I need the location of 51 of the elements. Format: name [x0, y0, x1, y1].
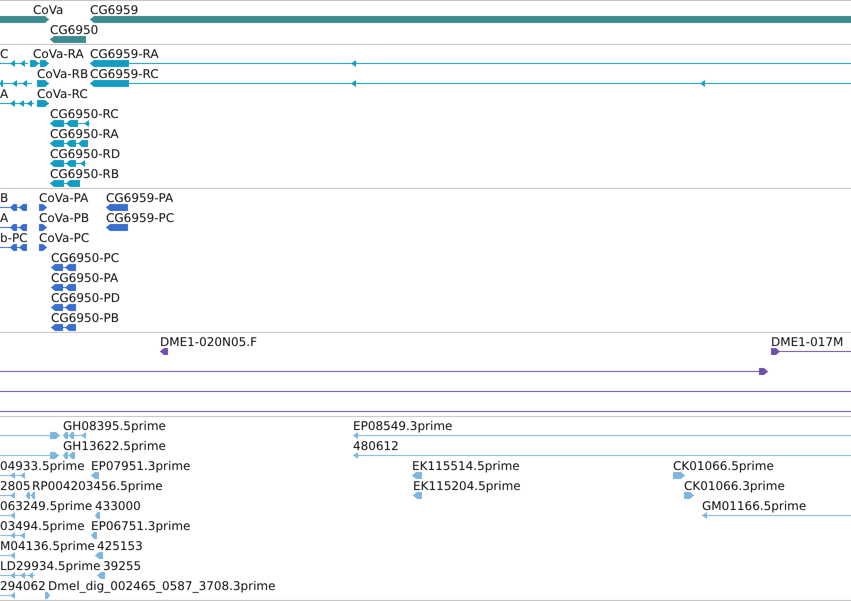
feature-label: DME1-017M — [771, 335, 844, 349]
feature-label: CG6950 — [50, 23, 98, 37]
feature-label: CG6959-PA — [106, 191, 174, 205]
feature-label: CG6950-PB — [51, 311, 120, 325]
feature-label: CG6950-RC — [50, 107, 119, 121]
feature-label: CoVa-RC — [37, 87, 88, 101]
feature-label: 294062 — [0, 579, 46, 593]
feature-label: EP06751.3prime — [91, 519, 190, 533]
feature-label: GH08395.5prime — [63, 419, 166, 433]
feature-label: GH13622.5prime — [63, 439, 166, 453]
feature-label: DME1-020N05.F — [160, 335, 258, 349]
feature-label: b-PC — [0, 231, 28, 245]
feature-label: GM01166.5prime — [702, 499, 806, 513]
feature-label: CG6959 — [90, 3, 138, 17]
feature-label: A — [0, 211, 8, 225]
feature-label: CG6950-RD — [50, 147, 120, 161]
feature-label: M04136.5prime — [0, 539, 95, 553]
feature-label: CK01066.5prime — [673, 459, 774, 473]
feature-label: 063249.5prime — [0, 499, 92, 513]
feature-label: CoVa — [33, 3, 64, 17]
feature-label: CoVa-PB — [39, 211, 90, 225]
feature-label: 03494.5prime — [0, 519, 85, 533]
feature-label: CoVa-RB — [37, 67, 88, 81]
feature-label: 480612 — [353, 439, 399, 453]
feature-label: EP07951.3prime — [91, 459, 190, 473]
feature-label: CoVa-RA — [33, 47, 84, 61]
feature-label: RP004203456.5prime — [32, 479, 163, 493]
feature-label: 433000 — [95, 499, 141, 513]
feature-label: EK115204.5prime — [413, 479, 521, 493]
feature-label: 39255 — [103, 559, 142, 573]
feature-label: CoVa-PC — [39, 231, 90, 245]
feature-label: CG6950-PC — [51, 251, 120, 265]
feature-label: EK115514.5prime — [412, 459, 520, 473]
feature-label: CG6950-RB — [50, 167, 120, 181]
feature-label: 2805 — [0, 479, 31, 493]
feature-label: CG6950-PD — [51, 291, 120, 305]
feature-label: Dmel_dig_002465_0587_3708.3prime — [48, 579, 276, 593]
feature-label: EP08549.3prime — [353, 419, 452, 433]
feature-label: A — [0, 87, 8, 101]
feature-label: CK01066.3prime — [684, 479, 785, 493]
feature-label: LD29934.5prime — [0, 559, 101, 573]
feature-label: CG6950-RA — [50, 127, 119, 141]
feature-label: 04933.5prime — [0, 459, 85, 473]
feature-label: CoVa-PA — [39, 191, 88, 205]
feature-label: CG6950-PA — [51, 271, 118, 285]
feature-label: 425153 — [97, 539, 143, 553]
feature-label: C — [0, 47, 8, 61]
feature-label: B — [0, 191, 8, 205]
feature-label: CG6959-PC — [106, 211, 174, 225]
feature-label: CG6959-RC — [90, 67, 159, 81]
feature-label: CG6959-RA — [90, 47, 159, 61]
